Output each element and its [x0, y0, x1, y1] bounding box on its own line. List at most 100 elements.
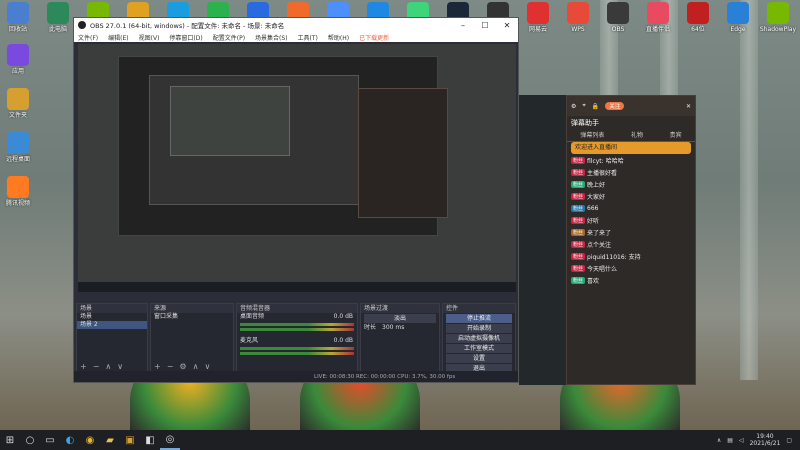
desktop-icon[interactable]: 远程桌面 — [0, 132, 40, 163]
menu-update[interactable]: 已下载更新 — [359, 33, 389, 42]
scene-item[interactable]: 场景 2 — [77, 321, 147, 329]
desktop-icon[interactable]: OBS — [596, 2, 640, 33]
menu-scene-collection[interactable]: 场景集合(S) — [255, 33, 288, 42]
source-item[interactable]: 窗口采集 — [151, 313, 233, 321]
chat-message[interactable]: 粉丝 来了来了 — [567, 226, 695, 238]
transitions-dock: 场景过渡 淡出 时长 300 ms — [360, 303, 440, 373]
menu-tools[interactable]: 工具(T) — [298, 33, 318, 42]
nested-taskbar — [78, 282, 516, 292]
menu-docks[interactable]: 停靠窗口(D) — [169, 33, 202, 42]
stop-streaming-button[interactable]: 停止推流 — [446, 314, 512, 323]
desktop-icon-label: 腾讯视频 — [5, 200, 30, 207]
close-icon[interactable]: ✕ — [686, 103, 691, 110]
minimize-button[interactable]: – — [452, 21, 474, 30]
chat-message[interactable]: 粉丝 点个关注 — [567, 238, 695, 250]
follow-button[interactable]: 关注 — [605, 102, 625, 110]
search-icon[interactable]: ○ — [20, 430, 40, 450]
fan-badge: 粉丝 — [571, 216, 586, 224]
desktop-icon-label: ShadowPlay — [759, 26, 797, 33]
chat-message[interactable]: 粉丝 主播很好看 — [567, 166, 695, 178]
close-button[interactable]: ✕ — [496, 21, 518, 30]
game-icon[interactable]: ▣ — [120, 430, 140, 450]
obs-title-bar[interactable]: OBS 27.0.1 (64-bit, windows) - 配置文件: 未命名… — [74, 18, 518, 32]
welcome-banner: 欢迎进入直播间 — [571, 142, 691, 154]
lock-icon[interactable]: 🔒 — [592, 103, 599, 110]
app-icon — [527, 2, 549, 24]
sources-dock: 来源 窗口采集 + − ⚙ ∧ ∨ — [150, 303, 234, 373]
notification-icon[interactable]: ▢ — [786, 437, 792, 444]
desktop-icon[interactable]: 腾讯视频 — [0, 176, 40, 207]
menu-help[interactable]: 帮助(H) — [328, 33, 349, 42]
app-icon[interactable]: ◧ — [140, 430, 160, 450]
desktop-icon[interactable]: 网易云 — [516, 2, 560, 33]
chat-message[interactable]: 粉丝 666 — [567, 202, 695, 214]
desktop-icon[interactable]: 直播伴侣 — [636, 2, 680, 33]
desktop-icon[interactable]: WPS — [556, 2, 600, 33]
controls-dock: 控件 停止推流 开始录制 启动虚拟摄像机 工作室模式 设置 退出 — [442, 303, 516, 373]
pin-icon[interactable]: ⌖ — [582, 102, 585, 110]
clock[interactable]: 19:40 2021/6/21 — [750, 433, 781, 447]
menu-view[interactable]: 视图(V) — [139, 33, 160, 42]
desktop-icon-label: Edge — [730, 26, 746, 33]
audio-mixer-dock: 音频混音器 桌面音频 0.0 dB 麦克风 0.0 dB — [236, 303, 358, 373]
edge-icon[interactable]: ◐ — [60, 430, 80, 450]
fan-badge: 粉丝 — [571, 240, 586, 248]
mixer-channel-level: 0.0 dB — [333, 337, 353, 344]
virtual-camera-button[interactable]: 启动虚拟摄像机 — [446, 334, 512, 343]
danmaku-chat-window[interactable]: ⚙ ⌖ 🔒 关注 ✕ 弹幕助手 弹幕列表 礼物 贵宾 欢迎进入直播间 粉丝 fll… — [566, 95, 696, 385]
chrome-icon[interactable]: ◉ — [80, 430, 100, 450]
folder-icon[interactable]: ▰ — [100, 430, 120, 450]
fan-badge: 粉丝 — [571, 228, 586, 236]
desktop-icon-label: 应用 — [11, 68, 24, 75]
menu-profile[interactable]: 配置文件(P) — [213, 33, 245, 42]
obs-preview[interactable] — [78, 44, 516, 292]
menu-edit[interactable]: 编辑(E) — [108, 33, 128, 42]
chat-message[interactable]: 粉丝 好听 — [567, 214, 695, 226]
chat-message[interactable]: 粉丝 晚上好 — [567, 178, 695, 190]
studio-mode-button[interactable]: 工作室模式 — [446, 344, 512, 353]
volume-slider[interactable] — [240, 328, 354, 331]
desktop-icon[interactable]: 应用 — [0, 44, 40, 75]
chat-message[interactable]: 粉丝 fllcyt: 哈哈哈 — [567, 154, 695, 166]
network-icon[interactable]: ▤ — [727, 437, 733, 444]
scenes-header: 场景 — [77, 304, 147, 313]
chat-message-list: 粉丝 fllcyt: 哈哈哈 粉丝 主播很好看 粉丝 晚上好 粉丝 大家好 粉丝 666 粉丝 好听粉… — [567, 154, 695, 286]
chat-message-text: 今天唱什么 — [587, 265, 618, 273]
mixer-channel-label: 桌面音频 — [240, 313, 265, 320]
volume-icon[interactable]: ◁ — [739, 437, 744, 444]
start-icon[interactable]: ⊞ — [0, 430, 20, 450]
desktop-icon[interactable]: 64位 — [676, 2, 720, 33]
obs-icon[interactable]: ◎ — [160, 430, 180, 450]
app-icon — [7, 88, 29, 110]
settings-icon[interactable]: ⚙ — [571, 103, 576, 110]
app-icon — [647, 2, 669, 24]
menu-file[interactable]: 文件(F) — [78, 33, 98, 42]
chevron-up-icon[interactable]: ∧ — [717, 437, 721, 444]
maximize-button[interactable]: ☐ — [474, 21, 496, 30]
tab-danmaku[interactable]: 弹幕列表 — [580, 130, 604, 141]
desktop-icon[interactable]: 文件夹 — [0, 88, 40, 119]
nested-preview — [170, 86, 290, 156]
chat-message[interactable]: 粉丝 piquid11016: 支持 — [567, 250, 695, 262]
desktop-icon[interactable]: 回收站 — [0, 2, 40, 33]
tab-vip[interactable]: 贵宾 — [670, 130, 682, 141]
chat-message[interactable]: 粉丝 今天唱什么 — [567, 262, 695, 274]
desktop-icon[interactable]: Edge — [716, 2, 760, 33]
chat-message[interactable]: 粉丝 喜欢 — [567, 274, 695, 286]
obs-window[interactable]: OBS 27.0.1 (64-bit, windows) - 配置文件: 未命名… — [73, 17, 519, 383]
chat-message-text: 喜欢 — [587, 277, 600, 285]
desktop-icon-label: 直播伴侣 — [645, 26, 670, 33]
chat-message-text: 来了来了 — [587, 229, 612, 237]
volume-slider[interactable] — [240, 352, 354, 355]
scene-item[interactable]: 场景 — [77, 313, 147, 321]
duration-input[interactable]: 300 ms — [382, 324, 404, 332]
transition-select[interactable]: 淡出 — [364, 314, 436, 323]
desktop-icon[interactable]: ShadowPlay — [756, 2, 800, 33]
desktop-icon-label: 网易云 — [528, 26, 547, 33]
tab-gifts[interactable]: 礼物 — [631, 130, 643, 141]
app-icon — [687, 2, 709, 24]
start-recording-button[interactable]: 开始录制 — [446, 324, 512, 333]
settings-button[interactable]: 设置 — [446, 354, 512, 363]
chat-message[interactable]: 粉丝 大家好 — [567, 190, 695, 202]
task-view-icon[interactable]: ▭ — [40, 430, 60, 450]
